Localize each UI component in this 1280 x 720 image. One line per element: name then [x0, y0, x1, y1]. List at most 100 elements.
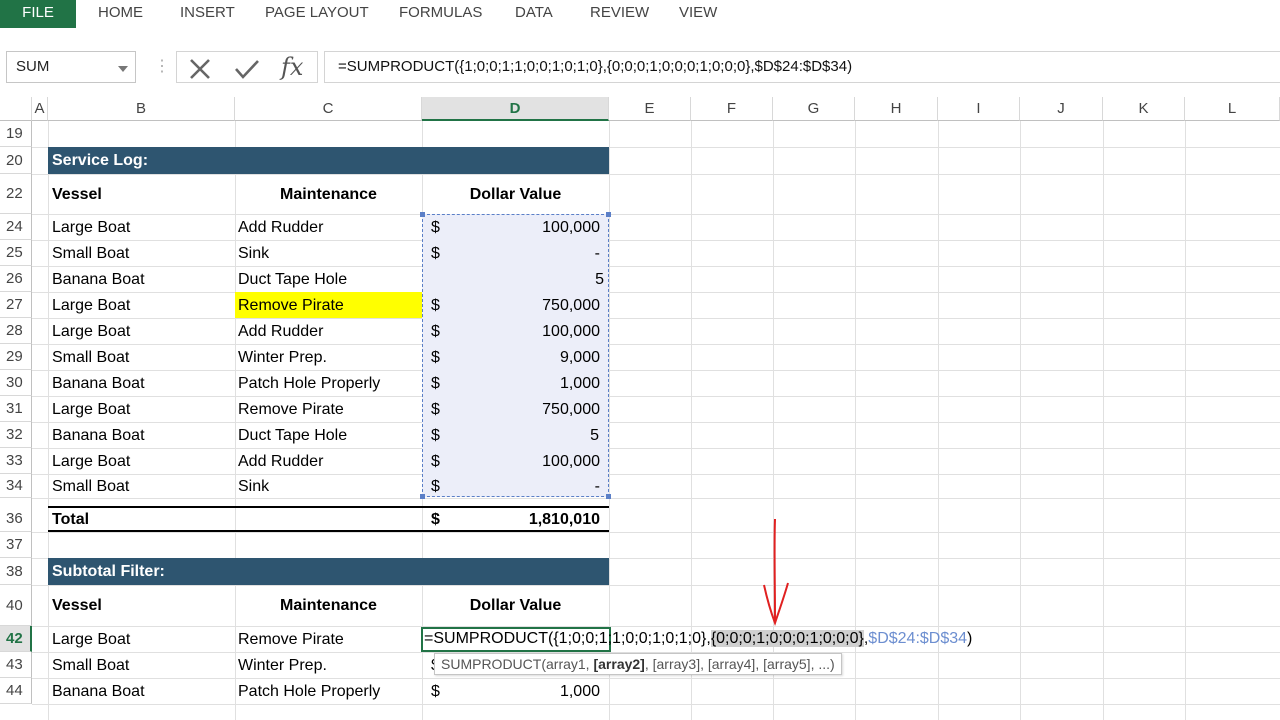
cell-vessel[interactable]: Large Boat [52, 448, 130, 476]
cell-maintenance[interactable]: Winter Prep. [238, 344, 327, 372]
cell-value[interactable]: - [440, 474, 600, 500]
cell-vessel[interactable]: Large Boat [52, 396, 130, 424]
tab-review[interactable]: REVIEW [590, 0, 649, 28]
column-header-g[interactable]: G [773, 97, 855, 121]
cell-vessel[interactable]: Banana Boat [52, 678, 145, 706]
cell-value[interactable]: 750,000 [440, 292, 600, 320]
cell-vessel[interactable]: Small Boat [52, 652, 129, 680]
row-header[interactable]: 25 [0, 240, 32, 266]
column-header-h[interactable]: H [855, 97, 938, 121]
cell-vessel[interactable]: Small Boat [52, 344, 129, 372]
column-header-e[interactable]: E [609, 97, 691, 121]
cell-value[interactable]: 5 [440, 422, 599, 450]
row-header[interactable]: 40 [0, 585, 32, 626]
column-header-b[interactable]: B [48, 97, 235, 121]
cell-maintenance[interactable]: Remove Pirate [238, 396, 344, 424]
row-header[interactable]: 24 [0, 214, 32, 240]
enter-check-icon[interactable] [233, 58, 261, 80]
cell-maintenance[interactable]: Remove Pirate [238, 292, 344, 320]
cell-value[interactable]: 5 [440, 266, 604, 294]
header-dollar-value[interactable]: Dollar Value [422, 585, 609, 626]
cell-maintenance[interactable]: Patch Hole Properly [238, 370, 380, 398]
tab-formulas[interactable]: FORMULAS [399, 0, 482, 28]
row-header[interactable]: 38 [0, 558, 32, 585]
name-box[interactable]: SUM [6, 51, 136, 83]
range-handle[interactable] [420, 494, 425, 499]
range-handle[interactable] [606, 212, 611, 217]
in-cell-formula[interactable]: =SUMPRODUCT({1;0;0;1;1;0;0;1;0;1;0},{0;0… [424, 629, 972, 649]
cancel-icon[interactable] [187, 58, 213, 80]
range-handle[interactable] [606, 494, 611, 499]
cell-maintenance[interactable]: Add Rudder [238, 318, 323, 346]
column-header-d[interactable]: D [422, 97, 609, 121]
row-header[interactable]: 43 [0, 652, 32, 678]
tab-home[interactable]: HOME [98, 0, 143, 28]
total-label[interactable]: Total [52, 508, 89, 531]
total-value[interactable]: 1,810,010 [440, 508, 600, 531]
cell-vessel[interactable]: Large Boat [52, 292, 130, 320]
insert-function-icon[interactable]: fx [281, 53, 303, 81]
cell-value[interactable]: 750,000 [440, 396, 600, 424]
row-header[interactable]: 34 [0, 474, 32, 498]
tab-page-layout[interactable]: PAGE LAYOUT [265, 0, 369, 28]
column-header-f[interactable]: F [691, 97, 773, 121]
drag-handle-icon[interactable]: ⋮ [154, 56, 170, 76]
subtotal-filter-title[interactable]: Subtotal Filter: [48, 558, 609, 585]
column-header-a[interactable]: A [32, 97, 48, 121]
cell-maintenance[interactable]: Duct Tape Hole [238, 422, 347, 450]
cell-vessel[interactable]: Banana Boat [52, 422, 145, 450]
column-header-k[interactable]: K [1103, 97, 1185, 121]
cell-maintenance[interactable]: Sink [238, 240, 269, 268]
row-header[interactable]: 29 [0, 344, 32, 370]
column-header-i[interactable]: I [938, 97, 1020, 121]
row-header[interactable]: 26 [0, 266, 32, 292]
header-vessel[interactable]: Vessel [52, 174, 102, 214]
service-log-title[interactable]: Service Log: [48, 147, 609, 174]
cell-maintenance[interactable]: Add Rudder [238, 448, 323, 476]
cell-value[interactable]: 100,000 [440, 448, 600, 476]
row-header[interactable]: 31 [0, 396, 32, 422]
cell-maintenance[interactable]: Winter Prep. [238, 652, 327, 680]
tab-file[interactable]: FILE [0, 0, 76, 28]
row-header[interactable]: 36 [0, 498, 32, 532]
cell-value[interactable]: 100,000 [440, 214, 600, 242]
row-header-active[interactable]: 42 [0, 626, 32, 652]
tab-data[interactable]: DATA [515, 0, 553, 28]
function-tooltip[interactable]: SUMPRODUCT(array1, [array2], [array3], [… [434, 653, 842, 675]
cell-value[interactable]: 1,000 [440, 678, 600, 706]
cell-maintenance[interactable]: Sink [238, 474, 269, 500]
cell-vessel[interactable]: Banana Boat [52, 266, 145, 294]
cell-maintenance[interactable]: Remove Pirate [238, 626, 344, 654]
cell-vessel[interactable]: Small Boat [52, 474, 129, 500]
cell-vessel[interactable]: Large Boat [52, 214, 130, 242]
row-header[interactable]: 28 [0, 318, 32, 344]
range-handle[interactable] [420, 212, 425, 217]
tab-insert[interactable]: INSERT [180, 0, 235, 28]
formula-input[interactable]: =SUMPRODUCT({1;0;0;1;1;0;0;1;0;1;0},{0;0… [324, 51, 1280, 83]
cell-maintenance[interactable]: Duct Tape Hole [238, 266, 347, 294]
row-header[interactable]: 37 [0, 532, 32, 558]
cell-vessel[interactable]: Large Boat [52, 318, 130, 346]
column-header-l[interactable]: L [1185, 97, 1280, 121]
row-header[interactable]: 32 [0, 422, 32, 448]
select-all-corner[interactable] [0, 97, 32, 121]
row-header[interactable]: 33 [0, 448, 32, 474]
cell-value[interactable]: 9,000 [440, 344, 600, 372]
cell-value[interactable]: 1,000 [440, 370, 600, 398]
cell-maintenance[interactable]: Patch Hole Properly [238, 678, 380, 706]
cell-maintenance[interactable]: Add Rudder [238, 214, 323, 242]
cell-value[interactable]: - [440, 240, 600, 268]
cell-vessel[interactable]: Banana Boat [52, 370, 145, 398]
row-header[interactable]: 27 [0, 292, 32, 318]
row-header[interactable]: 30 [0, 370, 32, 396]
row-header[interactable]: 22 [0, 174, 32, 214]
header-vessel[interactable]: Vessel [52, 585, 102, 626]
row-header[interactable]: 19 [0, 121, 32, 147]
column-header-j[interactable]: J [1020, 97, 1103, 121]
column-header-c[interactable]: C [235, 97, 422, 121]
cell-value[interactable]: 100,000 [440, 318, 600, 346]
header-maintenance[interactable]: Maintenance [235, 585, 422, 626]
tab-view[interactable]: VIEW [679, 0, 717, 28]
chevron-down-icon[interactable] [118, 66, 128, 72]
row-header[interactable]: 44 [0, 678, 32, 704]
